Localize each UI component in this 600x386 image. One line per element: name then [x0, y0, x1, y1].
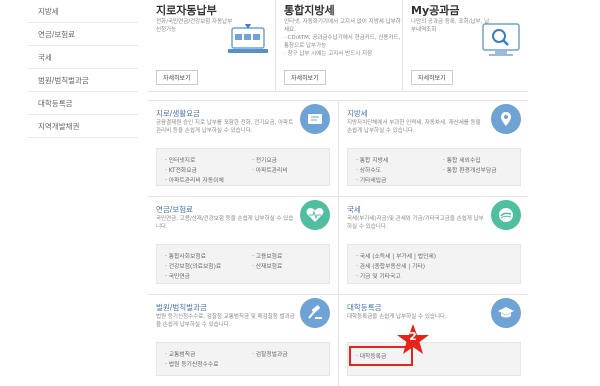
- category-desc: 국세(부가세)자금)및 관세와 기금/기타국고금을 손쉽게 납부하실 수 있습니…: [347, 216, 484, 230]
- link-health-insurance[interactable]: · 건강보험(의료보험)료: [165, 261, 221, 270]
- link-social-insurance[interactable]: · 통합사회보험료: [165, 251, 206, 260]
- annotation-number: 2: [409, 330, 417, 343]
- link-non-tax-revenue[interactable]: · 통합 세외수입: [443, 155, 481, 164]
- category-links: · 인터넷지로 · 전기요금 · KT전화요금 · 아파트관리비 · 아파트관리…: [156, 148, 330, 186]
- category-desc: 국민연금, 고용/산재/건강보험 등을 손쉽게 납부하실 수 있습니다.: [156, 216, 294, 230]
- link-national-tax[interactable]: · 국세 (소득세 | 부가세 | 법인세): [356, 251, 436, 260]
- sidebar-item-local-tax[interactable]: 지방세: [28, 0, 138, 23]
- link-integrated-local-tax[interactable]: · 통합 지방세: [356, 155, 388, 164]
- sidebar-item-national-tax[interactable]: 국세: [28, 46, 138, 69]
- giro-auto-pay-card: 지로자동납부 전화/국민연금/건강보험 자동납부 신청가능 자세히보기: [148, 0, 274, 92]
- laptop-icon: [228, 24, 268, 53]
- link-traffic-fine[interactable]: · 교통범칙금: [165, 349, 195, 358]
- category-title[interactable]: 벌원/범칙벌과금: [156, 302, 207, 313]
- category-desc: 법원 등기신청수수료, 검찰청 교통범칙금 및 매검찰청 벌과금을 손쉽게 납부…: [156, 314, 295, 328]
- link-environment-charge[interactable]: · 통합 환경개선부담금: [443, 165, 497, 174]
- sidebar-item-tuition[interactable]: 대학등록금: [28, 92, 138, 115]
- integrated-local-tax-card: 통합지방세 인터넷, 자동화기기에서 고지서 없이 지방세 납부하세요. · C…: [275, 0, 401, 92]
- category-title[interactable]: 연금/보험료: [156, 204, 193, 215]
- link-prosecution-fine[interactable]: · 검찰청벌과금: [252, 349, 288, 358]
- link-court-registry-fee[interactable]: · 법원 등기신청수수료: [165, 359, 219, 368]
- sidebar: 지방세 연금/보험료 국세 범원/범칙벌과금 대학등록금 지역개발채권: [28, 0, 138, 138]
- category-pension-insurance: 연금/보험료 국민연금, 고용/산재/건강보험 등을 손쉽게 납부하실 수 있습…: [148, 196, 338, 294]
- sidebar-item-court-fines[interactable]: 범원/범칙벌과금: [28, 69, 138, 92]
- details-button[interactable]: 자세히보기: [156, 70, 198, 85]
- my-utility-card: My공과금 나만의 공과금 등록, 조회/납부, 납부내역조회 자세히보기: [402, 0, 528, 92]
- link-kt-phone[interactable]: · KT전화요금: [165, 165, 197, 174]
- category-desc: 금융결제원 승인 지로 납부를 포함한 전화, 전기요금, 아파트관리비 등을 …: [156, 120, 294, 134]
- graduation-cap-icon: [491, 298, 521, 328]
- sidebar-item-regional-bonds[interactable]: 지역개발채권: [28, 115, 138, 138]
- link-industrial-accident[interactable]: · 산재보험료: [252, 261, 282, 270]
- category-links: · 국세 (소득세 | 부가세 | 법인세) · 관세 (종합부동산세 | 기타…: [347, 244, 521, 284]
- heart-pulse-icon: [300, 200, 330, 230]
- category-local-tax: 지방세 지방자치단체에서 부과한 인력세, 자동차세, 재산세를 등을 손쉽게 …: [339, 100, 529, 196]
- gavel-icon: [300, 298, 330, 328]
- card-title: 지로자동납부: [156, 4, 217, 17]
- category-court-fines: 벌원/범칙벌과금 법원 등기신청수수료, 검찰청 교통범칙금 및 매검찰청 벌과…: [148, 294, 338, 386]
- category-desc: 대학등록금을 손쉽게 납부하실 수 있습니다.: [347, 314, 447, 320]
- card-title: 통합지방세: [284, 4, 335, 17]
- category-tuition: 대학등록금 대학등록금을 손쉽게 납부하실 수 있습니다. · 대학등록금: [339, 294, 529, 386]
- bill-icon: [300, 104, 330, 134]
- link-funds[interactable]: · 기금 및 기타국고: [356, 271, 401, 280]
- link-internet-giro[interactable]: · 인터넷지로: [165, 155, 195, 164]
- category-desc: 지방자치단체에서 부과한 인력세, 자동차세, 재산세를 등을 손쉽게 납부하실…: [347, 120, 481, 134]
- link-apartment-auto[interactable]: · 아파트관리비 자동이체: [165, 175, 224, 184]
- featured-services: 지로자동납부 전화/국민연금/건강보험 자동납부 신청가능 자세히보기 통합지방…: [148, 0, 528, 92]
- monitor-search-icon: [482, 23, 520, 56]
- category-title[interactable]: 지방세: [347, 108, 368, 119]
- category-links: · 통합사회보험료 · 고용보험료 · 건강보험(의료보험)료 · 산재보험료 …: [156, 244, 330, 284]
- details-button[interactable]: 자세히보기: [411, 70, 453, 85]
- link-national-pension[interactable]: · 국민연금: [165, 271, 190, 280]
- category-giro-living-fees: 지로/생활요금 금융결제원 승인 지로 납부를 포함한 전화, 전기요금, 아파…: [148, 100, 338, 196]
- category-title[interactable]: 대학등록금: [347, 302, 382, 313]
- card-desc: 인터넷, 자동화기기에서 고지서 없이 지방세 납부하세요. · CD/ATM,…: [284, 19, 401, 57]
- link-apartment-fee[interactable]: · 아파트관리비: [252, 165, 288, 174]
- details-button[interactable]: 자세히보기: [284, 70, 326, 85]
- card-title: My공과금: [411, 4, 460, 17]
- link-other-revenue[interactable]: · 기타세입금: [356, 175, 386, 184]
- category-links: · 교통범칙금 · 검찰청벌과금 · 법원 등기신청수수료: [156, 342, 330, 376]
- link-electricity[interactable]: · 전기요금: [252, 155, 277, 164]
- link-water-sewer[interactable]: · 상하수도: [356, 165, 381, 174]
- location-pin-icon: [491, 104, 521, 134]
- link-customs[interactable]: · 관세 (종합부동산세 | 기타): [356, 261, 425, 270]
- link-employment-insurance[interactable]: · 고용보험료: [252, 251, 282, 260]
- coin-icon: [491, 200, 521, 230]
- category-links: · 통합 지방세 · 통합 세외수입 · 상하수도 · 통합 환경개선부담금 ·…: [347, 148, 521, 186]
- sidebar-item-pension[interactable]: 연금/보험료: [28, 23, 138, 46]
- category-title[interactable]: 국세: [347, 204, 361, 215]
- category-national-tax: 국세 국세(부가세)자금)및 관세와 기금/기타국고금을 손쉽게 납부하실 수 …: [339, 196, 529, 294]
- category-title[interactable]: 지로/생활요금: [156, 108, 200, 119]
